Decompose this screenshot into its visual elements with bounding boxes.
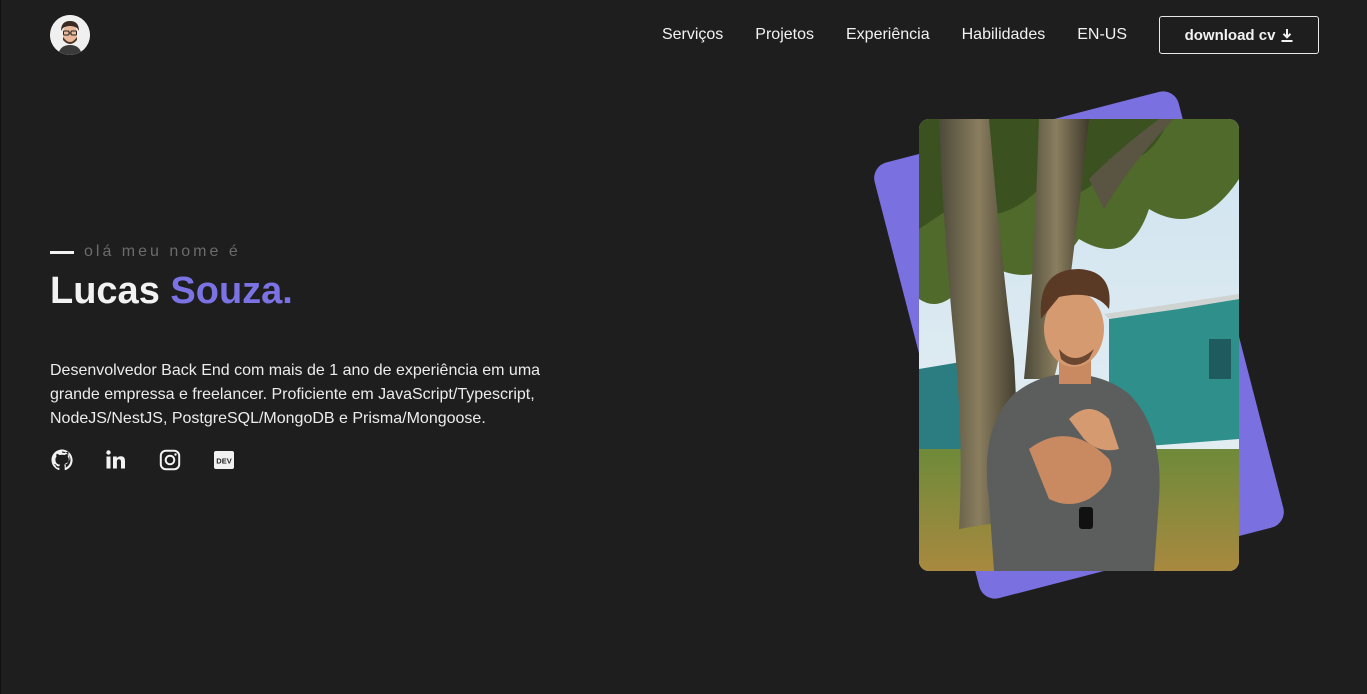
nav-habilidades[interactable]: Habilidades	[962, 26, 1046, 44]
download-cv-button[interactable]: download cv	[1159, 16, 1319, 54]
nav-servicos[interactable]: Serviços	[662, 26, 723, 44]
github-link[interactable]	[50, 448, 74, 472]
greeting: olá meu nome é	[50, 242, 590, 262]
hero-description: Desenvolvedor Back End com mais de 1 ano…	[50, 362, 541, 427]
nav-projetos[interactable]: Projetos	[755, 26, 814, 44]
instagram-icon	[159, 449, 181, 471]
first-name: Lucas	[50, 270, 160, 312]
logo-avatar[interactable]	[50, 15, 90, 55]
avatar-illustration-icon	[50, 15, 90, 55]
greeting-text: olá meu nome é	[84, 243, 241, 260]
hero-section: olá meu nome é Lucas Souza. Desenvolvedo…	[50, 242, 590, 472]
social-links: DEV	[50, 448, 590, 472]
svg-text:DEV: DEV	[216, 457, 231, 466]
linkedin-icon	[106, 450, 125, 469]
main-nav: Serviços Projetos Experiência Habilidade…	[662, 16, 1319, 54]
hero-name: Lucas Souza.	[50, 268, 590, 314]
linkedin-link[interactable]	[104, 448, 128, 472]
page: Serviços Projetos Experiência Habilidade…	[0, 0, 1367, 694]
profile-photo	[919, 119, 1239, 571]
dev-to-icon: DEV	[214, 451, 234, 469]
download-cv-label: download cv	[1184, 26, 1276, 44]
github-icon	[51, 449, 73, 471]
nav-experiencia[interactable]: Experiência	[846, 26, 930, 44]
instagram-link[interactable]	[158, 448, 182, 472]
download-icon	[1281, 28, 1293, 42]
dev-to-link[interactable]: DEV	[212, 448, 236, 472]
last-name: Souza.	[170, 270, 293, 312]
language-toggle[interactable]: EN-US	[1077, 26, 1127, 44]
profile-photo-image	[919, 119, 1239, 571]
greeting-dash	[50, 250, 74, 254]
